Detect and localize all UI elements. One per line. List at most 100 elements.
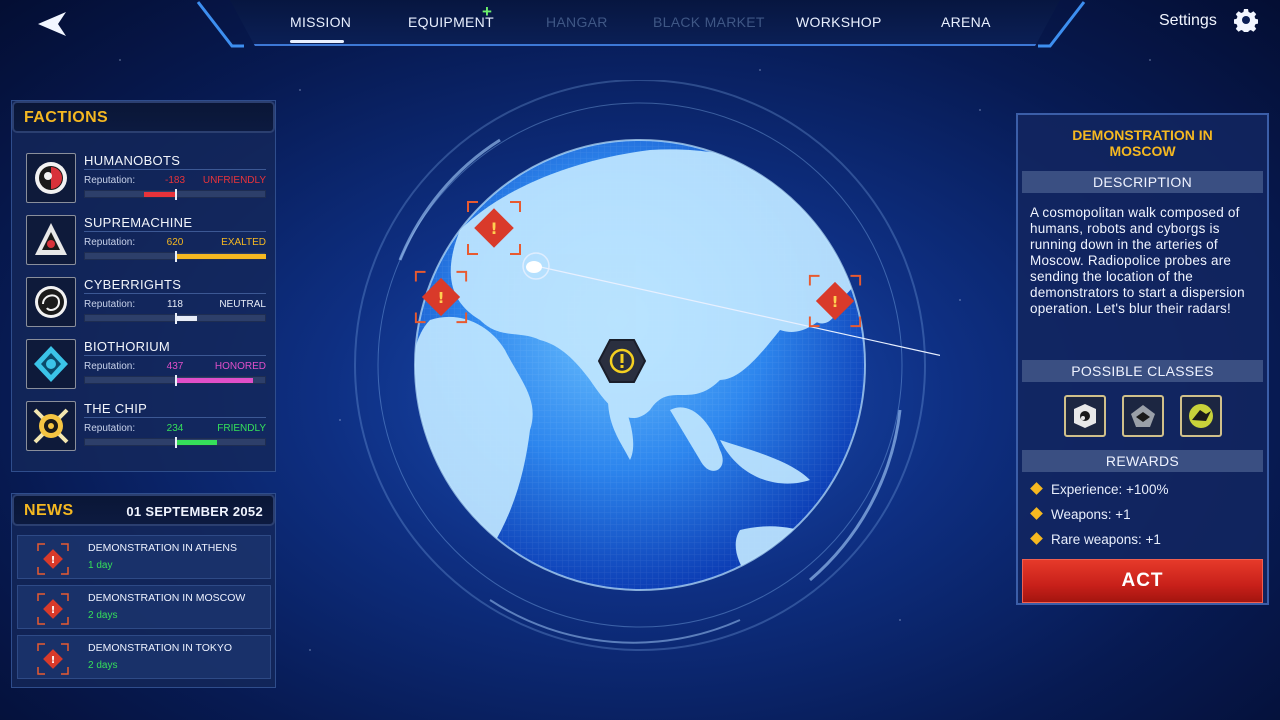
reward-experience: Experience: +100%	[1030, 482, 1168, 497]
back-arrow-icon[interactable]	[36, 10, 68, 38]
reputation-bar	[84, 313, 266, 324]
reward-diamond-icon	[1030, 482, 1043, 495]
news-item-days: 2 days	[88, 660, 118, 671]
svg-text:!: !	[51, 605, 56, 616]
reputation-bar-center	[175, 313, 177, 324]
humanobots-logo-icon	[26, 153, 76, 203]
reputation-bar-center	[175, 437, 177, 448]
settings-link[interactable]: Settings	[1159, 12, 1217, 30]
news-header: NEWS 01 SEPTEMBER 2052	[12, 494, 275, 526]
reputation-bar-fill	[143, 192, 175, 197]
warning-diamond-icon: !	[37, 593, 69, 625]
news-title: NEWS	[24, 502, 74, 519]
class-tank-icon[interactable]	[1122, 395, 1164, 437]
reputation-label: Reputation:	[84, 175, 136, 186]
gear-icon[interactable]	[1234, 8, 1258, 32]
factions-header: FACTIONS	[12, 101, 275, 133]
news-item[interactable]: ! DEMONSTRATION IN MOSCOW 2 days	[17, 585, 271, 629]
reputation-label: Reputation:	[84, 361, 136, 372]
reputation-bar-center	[175, 189, 177, 200]
possible-classes-heading: POSSIBLE CLASSES	[1022, 360, 1263, 382]
tab-black-market[interactable]: BLACK MARKET	[653, 14, 765, 30]
faction-name: BIOTHORIUM	[84, 339, 171, 354]
news-item-title: DEMONSTRATION IN ATHENS	[88, 542, 237, 554]
factions-panel: FACTIONS HUMANOBOTS Reputation: -183 UNF…	[11, 100, 276, 472]
act-button[interactable]: ACT	[1022, 559, 1263, 603]
reputation-status: HONORED	[214, 361, 266, 372]
faction-divider	[84, 169, 266, 170]
svg-text:!: !	[51, 655, 56, 666]
mission-marker-athens[interactable]: !	[412, 268, 470, 326]
svg-text:!: !	[831, 293, 838, 311]
news-item-days: 2 days	[88, 610, 118, 621]
reputation-bar-fill	[176, 440, 218, 445]
tab-mission[interactable]: MISSION	[290, 14, 351, 30]
active-tab-indicator	[290, 40, 344, 43]
tab-arena[interactable]: ARENA	[941, 14, 991, 30]
cyberrights-logo-icon	[26, 277, 76, 327]
faction-name: THE CHIP	[84, 401, 148, 416]
tab-hangar[interactable]: HANGAR	[546, 14, 608, 30]
reputation-label: Reputation:	[84, 423, 136, 434]
news-date: 01 SEPTEMBER 2052	[126, 504, 263, 519]
faction-divider	[84, 231, 266, 232]
reputation-bar	[84, 251, 266, 262]
news-item[interactable]: ! DEMONSTRATION IN TOKYO 2 days	[17, 635, 271, 679]
svg-text:!: !	[437, 289, 444, 307]
reputation-status: NEUTRAL	[219, 299, 266, 310]
news-panel: NEWS 01 SEPTEMBER 2052 ! DEMONSTRATION I…	[11, 493, 276, 688]
faction-divider	[84, 355, 266, 356]
mission-title: DEMONSTRATION IN MOSCOW	[1072, 127, 1213, 159]
news-item-title: DEMONSTRATION IN MOSCOW	[88, 592, 246, 604]
class-scout-icon[interactable]	[1064, 395, 1106, 437]
reputation-value: 620	[166, 237, 184, 248]
svg-text:!: !	[51, 555, 56, 566]
warning-diamond-icon: !	[37, 543, 69, 575]
reputation-value: -183	[164, 175, 185, 186]
svg-text:!: !	[490, 219, 497, 238]
top-navigation-bar	[230, 0, 1060, 46]
alert-hexagon-marker-india[interactable]	[598, 338, 646, 384]
mission-description: A cosmopolitan walk composed of humans, …	[1030, 205, 1245, 316]
warning-diamond-icon: !	[37, 643, 69, 675]
reputation-bar	[84, 189, 266, 200]
reputation-label: Reputation:	[84, 237, 136, 248]
faction-name: SUPREMACHINE	[84, 215, 193, 230]
new-item-plus-icon: +	[482, 2, 492, 21]
reputation-status: FRIENDLY	[217, 423, 266, 434]
reputation-label: Reputation:	[84, 299, 136, 310]
rewards-heading: REWARDS	[1022, 450, 1263, 472]
description-heading: DESCRIPTION	[1022, 171, 1263, 193]
news-item-days: 1 day	[88, 560, 113, 571]
faction-row-the-chip[interactable]: THE CHIP Reputation: 234 FRIENDLY	[24, 397, 266, 459]
faction-divider	[84, 417, 266, 418]
reputation-bar	[84, 375, 266, 386]
faction-row-humanobots[interactable]: HUMANOBOTS Reputation: -183 UNFRIENDLY	[24, 149, 266, 211]
reputation-bar	[84, 437, 266, 448]
class-striker-icon[interactable]	[1180, 395, 1222, 437]
factions-title: FACTIONS	[24, 109, 109, 126]
reputation-status: EXALTED	[221, 237, 266, 248]
faction-name: CYBERRIGHTS	[84, 277, 182, 292]
faction-row-supremachine[interactable]: SUPREMACHINE Reputation: 620 EXALTED	[24, 211, 266, 273]
reward-text: Weapons: +1	[1051, 507, 1131, 522]
reputation-bar-fill	[176, 378, 253, 383]
reward-diamond-icon	[1030, 532, 1043, 545]
reputation-status: UNFRIENDLY	[202, 175, 266, 186]
mission-detail-panel: DEMONSTRATION IN MOSCOW DESCRIPTION A co…	[1016, 113, 1269, 605]
reputation-value: 234	[166, 423, 184, 434]
reputation-bar-fill	[176, 254, 266, 259]
tab-workshop[interactable]: WORKSHOP	[796, 14, 882, 30]
news-item[interactable]: ! DEMONSTRATION IN ATHENS 1 day	[17, 535, 271, 579]
reward-rare-weapons: Rare weapons: +1	[1030, 532, 1161, 547]
mission-marker-tokyo[interactable]: !	[806, 272, 864, 330]
reputation-value: 118	[167, 299, 183, 310]
mission-marker-moscow-region[interactable]: !	[464, 198, 524, 258]
the-chip-logo-icon	[26, 401, 76, 451]
faction-row-cyberrights[interactable]: CYBERRIGHTS Reputation: 118 NEUTRAL	[24, 273, 266, 335]
news-item-title: DEMONSTRATION IN TOKYO	[88, 642, 233, 654]
biothorium-logo-icon	[26, 339, 76, 389]
reputation-bar-center	[175, 375, 177, 386]
reward-diamond-icon	[1030, 507, 1043, 520]
faction-row-biothorium[interactable]: BIOTHORIUM Reputation: 437 HONORED	[24, 335, 266, 397]
